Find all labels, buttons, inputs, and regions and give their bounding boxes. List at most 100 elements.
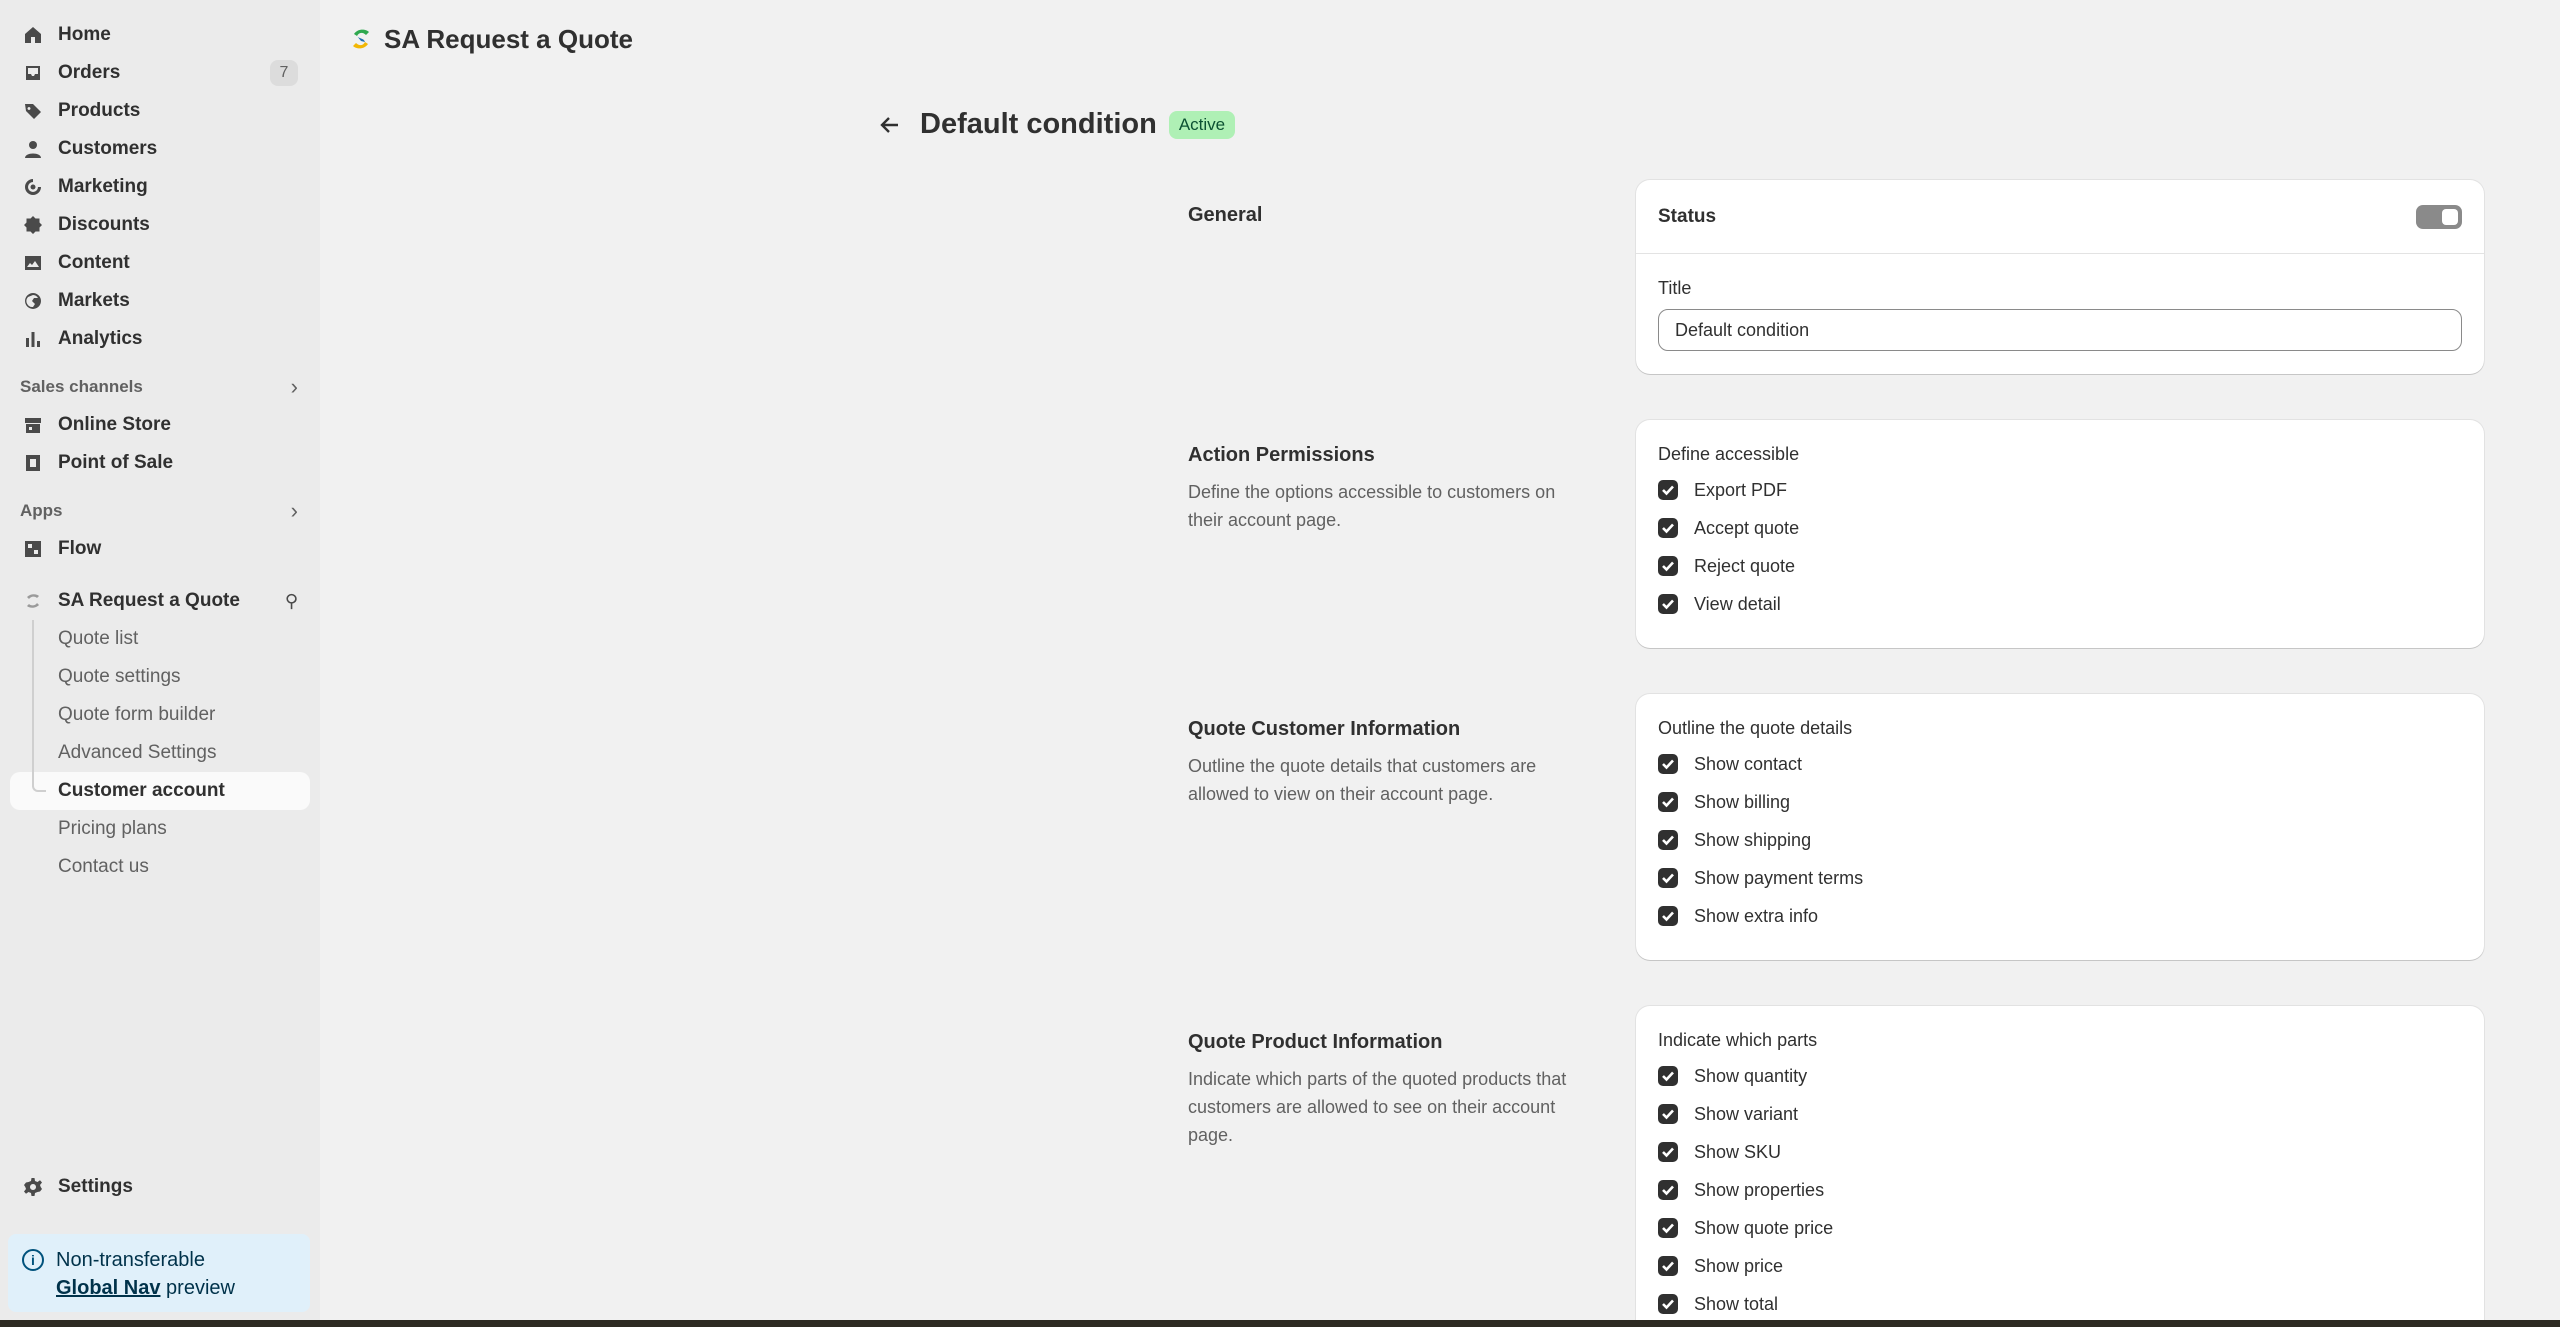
nav-label: Home — [58, 24, 111, 45]
checkbox-show-contact[interactable]: Show contact — [1636, 745, 2484, 783]
pos-icon — [22, 452, 44, 474]
sales-channels-header[interactable]: Sales channels › — [10, 368, 310, 406]
main-nav: Home Orders 7 Products Customers Marketi… — [10, 16, 310, 358]
checkbox-checked[interactable] — [1658, 830, 1678, 850]
checkbox-show-billing[interactable]: Show billing — [1636, 783, 2484, 821]
nav-settings[interactable]: Settings — [10, 1168, 310, 1206]
checkbox-show-quote-price[interactable]: Show quote price — [1636, 1209, 2484, 1247]
checkbox-checked[interactable] — [1658, 594, 1678, 614]
notice-line2: Global Nav preview — [56, 1274, 298, 1302]
nav-label: Settings — [58, 1176, 133, 1197]
checkbox-checked[interactable] — [1658, 1180, 1678, 1200]
checkbox-label: Show shipping — [1694, 829, 1812, 850]
nav-label: Online Store — [58, 414, 171, 435]
checkbox-checked[interactable] — [1658, 1294, 1678, 1314]
checkbox-show-variant[interactable]: Show variant — [1636, 1095, 2484, 1133]
checkbox-checked[interactable] — [1658, 1066, 1678, 1086]
global-nav-notice: i Non-transferable Global Nav preview — [8, 1234, 310, 1312]
nav-flow[interactable]: Flow — [10, 530, 310, 568]
checkbox-label: Show contact — [1694, 753, 1803, 774]
checkbox-checked[interactable] — [1658, 906, 1678, 926]
info-icon: i — [22, 1249, 44, 1271]
checkbox-show-quantity[interactable]: Show quantity — [1636, 1057, 2484, 1095]
checkbox-show-payment-terms[interactable]: Show payment terms — [1636, 859, 2484, 897]
back-button[interactable] — [874, 109, 906, 141]
nav-marketing[interactable]: Marketing — [10, 168, 310, 206]
checkbox-show-sku[interactable]: Show SKU — [1636, 1133, 2484, 1171]
person-icon — [22, 138, 44, 160]
nav-online-store[interactable]: Online Store — [10, 406, 310, 444]
checkbox-checked[interactable] — [1658, 868, 1678, 888]
sub-item-advanced-settings[interactable]: Advanced Settings — [10, 734, 310, 772]
checkbox-label: Export PDF — [1694, 479, 1788, 500]
notice-rest: preview — [160, 1277, 235, 1299]
checkbox-accept-quote[interactable]: Accept quote — [1636, 509, 2484, 547]
checkbox-reject-quote[interactable]: Reject quote — [1636, 547, 2484, 585]
nav-analytics[interactable]: Analytics — [10, 320, 310, 358]
nav-label: Content — [58, 252, 130, 273]
checkbox-checked[interactable] — [1658, 1256, 1678, 1276]
nav-discounts[interactable]: Discounts — [10, 206, 310, 244]
apps-header[interactable]: Apps › — [10, 492, 310, 530]
nav-customers[interactable]: Customers — [10, 130, 310, 168]
nav-label: Point of Sale — [58, 452, 174, 473]
customer-info-description: Outline the quote details that customers… — [1188, 756, 1537, 804]
sub-item-quote-form-builder[interactable]: Quote form builder — [10, 696, 310, 734]
nav-label: Markets — [58, 290, 130, 311]
inbox-icon — [22, 62, 44, 84]
nav-label: Flow — [58, 538, 102, 559]
nav-content[interactable]: Content — [10, 244, 310, 282]
nav-sa-request-a-quote[interactable]: SA Request a Quote ⚲ — [10, 582, 310, 620]
action-permissions-card: Define accessible Export PDF Accept quot… — [1636, 420, 2484, 648]
checkbox-checked[interactable] — [1658, 754, 1678, 774]
checkbox-show-extra-info[interactable]: Show extra info — [1636, 897, 2484, 935]
checkbox-label: Show total — [1694, 1293, 1779, 1314]
orders-count-badge: 7 — [270, 60, 298, 86]
product-info-options: Show quantity Show variant Show SKU Show… — [1636, 1057, 2484, 1323]
check-icon — [1662, 797, 1674, 808]
sub-item-label: Quote settings — [58, 666, 181, 687]
nav-markets[interactable]: Markets — [10, 282, 310, 320]
sub-item-label: Quote form builder — [58, 704, 216, 725]
home-icon — [22, 24, 44, 46]
checkbox-view-detail[interactable]: View detail — [1636, 585, 2484, 623]
nav-point-of-sale[interactable]: Point of Sale — [10, 444, 310, 482]
checkbox-checked[interactable] — [1658, 1142, 1678, 1162]
group-title: Define accessible — [1658, 444, 1800, 464]
checkbox-show-shipping[interactable]: Show shipping — [1636, 821, 2484, 859]
checkbox-label: Show price — [1694, 1255, 1784, 1276]
checkbox-checked[interactable] — [1658, 1104, 1678, 1124]
sub-item-quote-settings[interactable]: Quote settings — [10, 658, 310, 696]
arrow-left-icon — [880, 116, 898, 133]
checkbox-label: View detail — [1694, 593, 1781, 614]
status-toggle[interactable] — [2416, 204, 2462, 229]
customer-info-options: Show contact Show billing Show shipping … — [1636, 745, 2484, 935]
chevron-right-icon: › — [290, 374, 298, 399]
nav-products[interactable]: Products — [10, 92, 310, 130]
title-input[interactable]: Default condition — [1658, 309, 2462, 351]
checkbox-checked[interactable] — [1658, 480, 1678, 500]
checkbox-checked[interactable] — [1658, 556, 1678, 576]
nav-orders[interactable]: Orders 7 — [10, 54, 310, 92]
sub-item-customer-account[interactable]: Customer account — [10, 772, 310, 810]
checkbox-show-properties[interactable]: Show properties — [1636, 1171, 2484, 1209]
global-nav-link[interactable]: Global Nav — [56, 1277, 160, 1299]
checkbox-show-total[interactable]: Show total — [1636, 1285, 2484, 1323]
checkbox-show-price[interactable]: Show price — [1636, 1247, 2484, 1285]
checkbox-label: Show quantity — [1694, 1065, 1808, 1086]
checkbox-checked[interactable] — [1658, 1218, 1678, 1238]
checkbox-checked[interactable] — [1658, 792, 1678, 812]
nav-home[interactable]: Home — [10, 16, 310, 54]
nav-label: Orders — [58, 62, 121, 83]
toggle-knob — [2442, 208, 2458, 225]
notice-line1: Non-transferable — [56, 1249, 205, 1271]
sub-item-pricing-plans[interactable]: Pricing plans — [10, 810, 310, 848]
check-icon — [1662, 485, 1674, 496]
sub-item-quote-list[interactable]: Quote list — [10, 620, 310, 658]
checkbox-checked[interactable] — [1658, 518, 1678, 538]
pin-icon[interactable]: ⚲ — [285, 591, 298, 612]
sub-item-contact-us[interactable]: Contact us — [10, 848, 310, 886]
checkbox-export-pdf[interactable]: Export PDF — [1636, 471, 2484, 509]
chevron-right-icon: › — [290, 498, 298, 523]
sub-item-label: Pricing plans — [58, 818, 167, 839]
